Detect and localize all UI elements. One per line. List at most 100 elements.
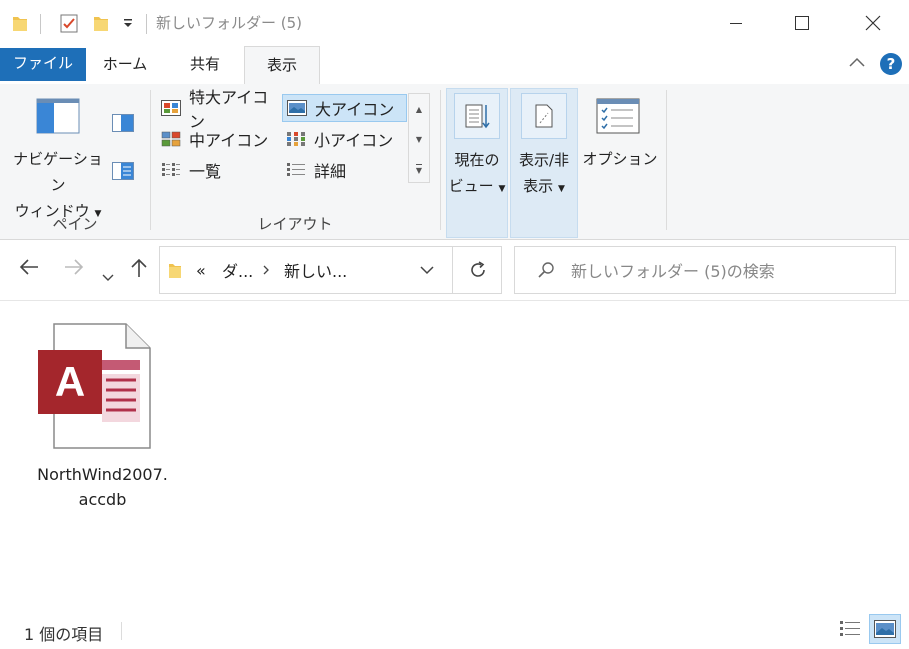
layout-item-label: 小アイコン — [314, 131, 394, 150]
arrow-up-icon — [131, 258, 147, 277]
layout-gallery-scroller: ▲ ▼ ▼ — [408, 93, 430, 183]
layout-medium-icons[interactable]: 中アイコン — [157, 125, 281, 153]
minimize-icon — [730, 23, 742, 24]
breadcrumb-separator-icon[interactable] — [262, 247, 270, 293]
group-separator — [666, 90, 667, 230]
details-pane-button[interactable] — [112, 162, 134, 184]
arrow-left-icon — [19, 259, 38, 275]
maximize-button[interactable] — [775, 0, 829, 46]
extra-large-icons-icon — [161, 100, 181, 116]
new-folder-icon[interactable] — [93, 0, 109, 46]
tab-file[interactable]: ファイル — [0, 48, 86, 81]
help-icon[interactable]: ? — [880, 53, 902, 75]
refresh-icon — [470, 261, 485, 277]
options-button[interactable]: オプション — [582, 92, 658, 182]
show-hide-label-2: 表示 — [523, 177, 554, 195]
window-title: 新しいフォルダー (5) — [156, 14, 303, 32]
title-separator — [40, 14, 41, 34]
close-icon — [865, 15, 881, 31]
maximize-icon — [795, 16, 809, 30]
gallery-scroll-up-button[interactable]: ▲ — [409, 94, 429, 124]
file-name: NorthWind2007. accdb — [30, 462, 175, 512]
layout-small-icons[interactable]: 小アイコン — [282, 125, 407, 153]
status-separator — [121, 622, 122, 640]
layout-gallery: 特大アイコン 大アイコン 中アイコン 小アイコン 一覧 詳細 — [157, 88, 412, 184]
navigation-pane-icon — [36, 98, 80, 138]
ribbon-tabs: ファイル ホーム 共有 表示 — [0, 46, 909, 85]
tab-home[interactable]: ホーム — [92, 46, 158, 84]
status-bar: 1 個の項目 — [0, 612, 909, 649]
medium-icons-icon — [161, 131, 181, 147]
details-pane-icon — [112, 162, 134, 180]
dropdown-caret-icon: ▼ — [557, 184, 565, 194]
layout-details[interactable]: 詳細 — [282, 156, 407, 184]
file-name-line-1: NorthWind2007. — [37, 465, 168, 484]
layout-group-label: レイアウト — [257, 215, 333, 233]
large-icons-icon — [287, 100, 307, 116]
chevron-down-icon — [102, 274, 114, 281]
options-label: オプション — [582, 150, 658, 168]
layout-item-label: 一覧 — [189, 162, 222, 181]
address-history-button[interactable] — [420, 247, 434, 293]
layout-large-icons[interactable]: 大アイコン — [282, 94, 407, 122]
properties-icon[interactable] — [60, 0, 78, 46]
title-bar: 新しいフォルダー (5) — [0, 0, 909, 46]
up-button[interactable] — [130, 257, 148, 284]
minimize-button[interactable] — [709, 0, 763, 46]
file-list-area[interactable]: A NorthWind2007. accdb — [0, 302, 909, 612]
chevron-up-icon — [849, 57, 865, 67]
details-view-icon — [840, 621, 860, 636]
current-view-button[interactable]: 現在の ビュー ▼ — [446, 88, 508, 238]
address-bar[interactable]: « ダ... 新しい... — [159, 246, 502, 294]
layout-item-label: 大アイコン — [315, 100, 395, 119]
back-button[interactable] — [18, 257, 40, 282]
dropdown-caret-icon: ▼ — [498, 184, 506, 194]
current-view-label-2: ビュー — [448, 177, 494, 195]
customize-quick-access-icon[interactable] — [122, 0, 134, 46]
file-name-line-2: accdb — [78, 490, 127, 509]
options-icon — [596, 98, 640, 138]
item-count: 1 個の項目 — [24, 625, 104, 644]
large-icons-view-icon — [874, 620, 896, 638]
details-view-button[interactable] — [834, 614, 866, 644]
gallery-scroll-down-button[interactable]: ▼ — [409, 124, 429, 154]
refresh-button[interactable] — [452, 247, 502, 293]
details-icon — [286, 162, 306, 178]
recent-locations-button[interactable] — [102, 263, 114, 287]
search-input[interactable] — [571, 259, 881, 283]
pane-group-label: ペイン — [52, 215, 98, 233]
preview-pane-icon — [112, 114, 134, 132]
forward-button[interactable] — [63, 257, 85, 282]
show-hide-label: 表示/非 — [518, 151, 570, 169]
small-icons-icon — [286, 131, 306, 147]
file-item[interactable]: A NorthWind2007. accdb — [30, 320, 175, 520]
large-icons-view-button[interactable] — [869, 614, 901, 644]
close-button[interactable] — [846, 0, 900, 46]
gallery-expand-button[interactable]: ▼ — [409, 154, 429, 184]
collapse-ribbon-button[interactable] — [848, 56, 866, 72]
layout-item-label: 詳細 — [314, 162, 347, 181]
search-icon — [537, 261, 555, 283]
layout-extra-large-icons[interactable]: 特大アイコン — [157, 88, 281, 131]
tab-share[interactable]: 共有 — [172, 46, 238, 84]
navigation-pane-label: ナビゲーション — [13, 150, 103, 194]
layout-item-label: 中アイコン — [189, 131, 269, 150]
group-separator — [150, 90, 151, 230]
breadcrumb-segment[interactable]: ダ... — [222, 247, 253, 293]
path-overflow-button[interactable]: « — [196, 247, 206, 293]
title-separator — [146, 14, 147, 34]
tab-view[interactable]: 表示 — [244, 46, 320, 85]
show-hide-button[interactable]: 表示/非 表示 ▼ — [510, 88, 578, 238]
chevron-down-icon — [420, 266, 434, 275]
sort-by-icon — [454, 93, 500, 139]
show-hide-icon — [521, 93, 567, 139]
folder-icon — [12, 0, 28, 46]
breadcrumb-segment[interactable]: 新しい... — [284, 247, 347, 293]
group-separator — [440, 90, 441, 230]
search-box[interactable] — [514, 246, 896, 294]
list-icon — [161, 162, 181, 178]
preview-pane-button[interactable] — [112, 114, 134, 136]
layout-list[interactable]: 一覧 — [157, 156, 281, 184]
address-folder-icon — [168, 247, 182, 293]
current-view-label: 現在の — [454, 151, 500, 169]
